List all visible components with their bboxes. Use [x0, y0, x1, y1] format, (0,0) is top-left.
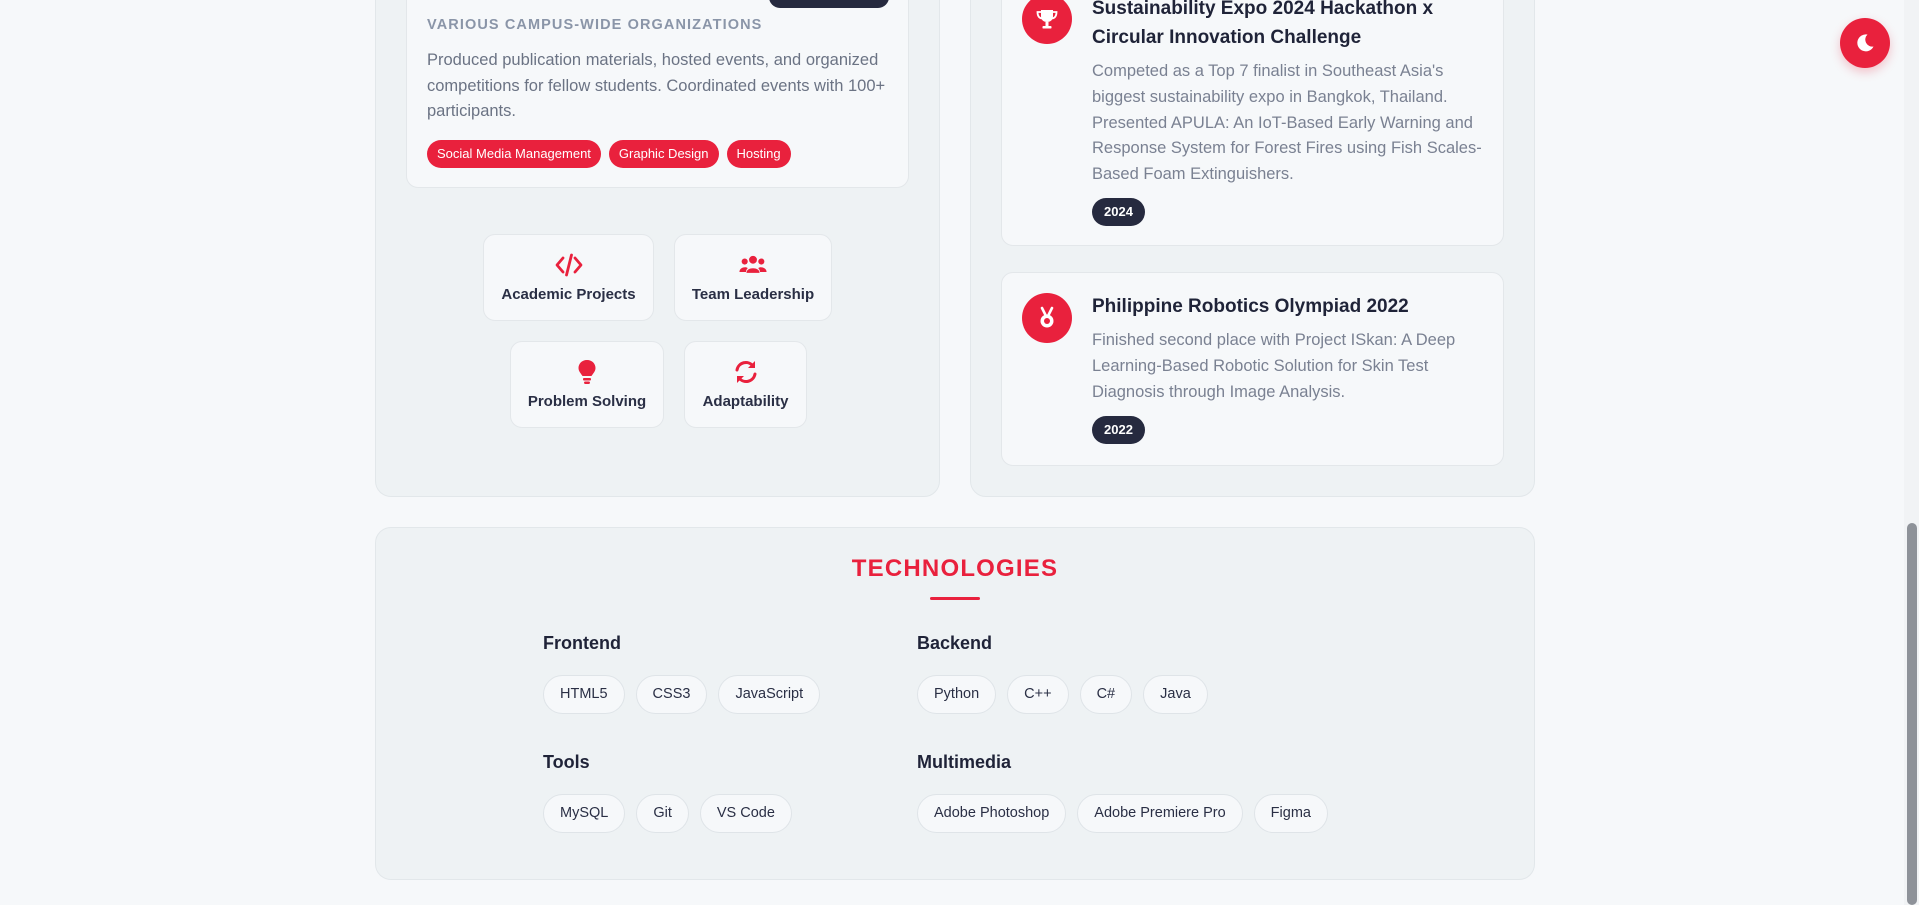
- achievement-title: Philippine Robotics Olympiad 2022: [1092, 296, 1409, 317]
- year-badge: 2022: [1092, 416, 1145, 444]
- experience-tags: Social Media Management Graphic Design H…: [427, 140, 791, 168]
- tag: Social Media Management: [427, 140, 601, 168]
- achievement-description: Finished second place with Project ISkan…: [1092, 331, 1456, 401]
- skill-team-leadership: Team Leadership: [674, 234, 832, 321]
- skill-problem-solving: Problem Solving: [510, 341, 664, 428]
- skill-label: Academic Projects: [501, 286, 636, 303]
- tech-pill: Git: [636, 794, 689, 833]
- tech-group-title-backend: Backend: [917, 633, 993, 653]
- trophy-icon: [1036, 10, 1058, 29]
- tech-group-title-tools: Tools: [543, 752, 590, 772]
- tech-pill: Adobe Premiere Pro: [1077, 794, 1243, 833]
- experience-organization: VARIOUS CAMPUS-WIDE ORGANIZATIONS: [427, 17, 763, 33]
- code-icon: [555, 253, 582, 277]
- tag: Graphic Design: [608, 140, 719, 168]
- skill-adaptability: Adaptability: [684, 341, 807, 428]
- tech-group-multimedia: Adobe Photoshop Adobe Premiere Pro Figma: [917, 794, 1328, 833]
- moon-icon: [1857, 34, 1874, 52]
- tech-pill: VS Code: [699, 794, 792, 833]
- scrollbar-thumb[interactable]: [1907, 523, 1917, 905]
- lightbulb-icon: [578, 360, 596, 384]
- tag: Hosting: [726, 140, 791, 168]
- tech-pill: Java: [1143, 675, 1208, 714]
- achievement-icon-badge: [1022, 293, 1072, 343]
- tech-group-title-multimedia: Multimedia: [917, 752, 1012, 772]
- date-badge: [769, 0, 889, 8]
- section-title: TECHNOLOGIES: [851, 555, 1059, 582]
- tech-pill: HTML5: [543, 675, 625, 714]
- achievement-description: Competed as a Top 7 finalist in Southeas…: [1092, 62, 1482, 184]
- theme-toggle-button[interactable]: [1840, 18, 1890, 68]
- tech-pill: Python: [917, 675, 997, 714]
- tech-group-backend: Python C++ C# Java: [917, 675, 1208, 714]
- title-underline: [930, 597, 980, 600]
- tech-pill: MySQL: [543, 794, 626, 833]
- tech-pill: CSS3: [635, 675, 708, 714]
- tech-pill: Adobe Photoshop: [917, 794, 1067, 833]
- tech-group-frontend: HTML5 CSS3 JavaScript: [543, 675, 821, 714]
- tech-pill: C#: [1079, 675, 1133, 714]
- tech-pill: C++: [1007, 675, 1069, 714]
- year-badge: 2024: [1092, 198, 1145, 226]
- tech-pill: Figma: [1253, 794, 1328, 833]
- skill-academic-projects: Academic Projects: [483, 234, 654, 321]
- skill-label: Problem Solving: [527, 393, 647, 410]
- tech-pill: JavaScript: [718, 675, 821, 714]
- experience-description: Produced publication materials, hosted e…: [427, 51, 886, 120]
- achievement-title: Sustainability Expo 2024 Hackathon x Cir…: [1092, 0, 1434, 48]
- skill-label: Team Leadership: [691, 286, 815, 303]
- skill-label: Adaptability: [702, 393, 789, 410]
- users-icon: [739, 255, 767, 273]
- medal-icon: [1040, 306, 1054, 328]
- tech-group-title-frontend: Frontend: [543, 633, 621, 653]
- sync-icon: [735, 361, 756, 383]
- tech-group-tools: MySQL Git VS Code: [543, 794, 792, 833]
